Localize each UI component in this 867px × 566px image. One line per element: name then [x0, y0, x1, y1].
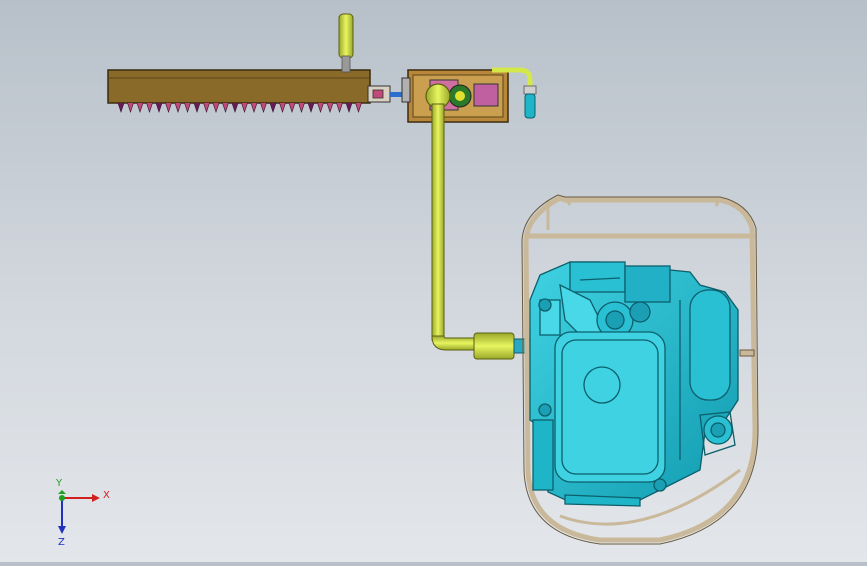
cutter-tooth	[146, 102, 153, 113]
cutter-teeth	[117, 102, 362, 113]
y-axis-arrow	[58, 490, 66, 494]
cutter-tooth	[355, 102, 362, 113]
cutter-tooth	[260, 102, 267, 113]
cutter-tooth	[136, 102, 144, 113]
cutter-tooth	[117, 102, 125, 113]
cutter-tooth	[250, 102, 258, 113]
z-axis-label: Z	[58, 537, 65, 548]
cutter-tooth	[336, 102, 343, 113]
cutter-tooth	[288, 102, 296, 113]
x-axis-label: X	[103, 490, 110, 501]
cutter-bar[interactable]	[107, 69, 371, 113]
cutter-tooth	[307, 102, 315, 113]
cutter-tooth	[193, 102, 201, 113]
cutter-tooth	[326, 102, 334, 113]
y-axis-label: Y	[55, 478, 63, 489]
cutter-tooth	[203, 102, 210, 113]
cutter-tooth	[231, 102, 239, 113]
frame-pin	[739, 349, 755, 357]
cutter-tooth	[184, 102, 191, 113]
grip-handle-top[interactable]	[338, 13, 354, 73]
coordinate-triad: X Y Z	[55, 478, 110, 548]
cutter-tooth	[222, 102, 229, 113]
gearbox[interactable]	[401, 69, 509, 123]
cutter-tooth	[165, 102, 172, 113]
cutter-tooth	[298, 102, 305, 113]
cutter-tooth	[345, 102, 353, 113]
drive-shaft	[425, 83, 537, 360]
cutter-tooth	[212, 102, 220, 113]
cutter-tooth	[127, 102, 134, 113]
engine[interactable]	[529, 261, 739, 507]
cutter-tooth	[279, 102, 286, 113]
cutter-tooth	[174, 102, 182, 113]
cutter-tooth	[269, 102, 277, 113]
cutter-tooth	[155, 102, 163, 113]
cad-viewport[interactable]: X Y Z	[0, 0, 867, 562]
cutter-tooth	[317, 102, 324, 113]
cutter-tooth	[241, 102, 248, 113]
model-view[interactable]: X Y Z	[0, 0, 867, 562]
